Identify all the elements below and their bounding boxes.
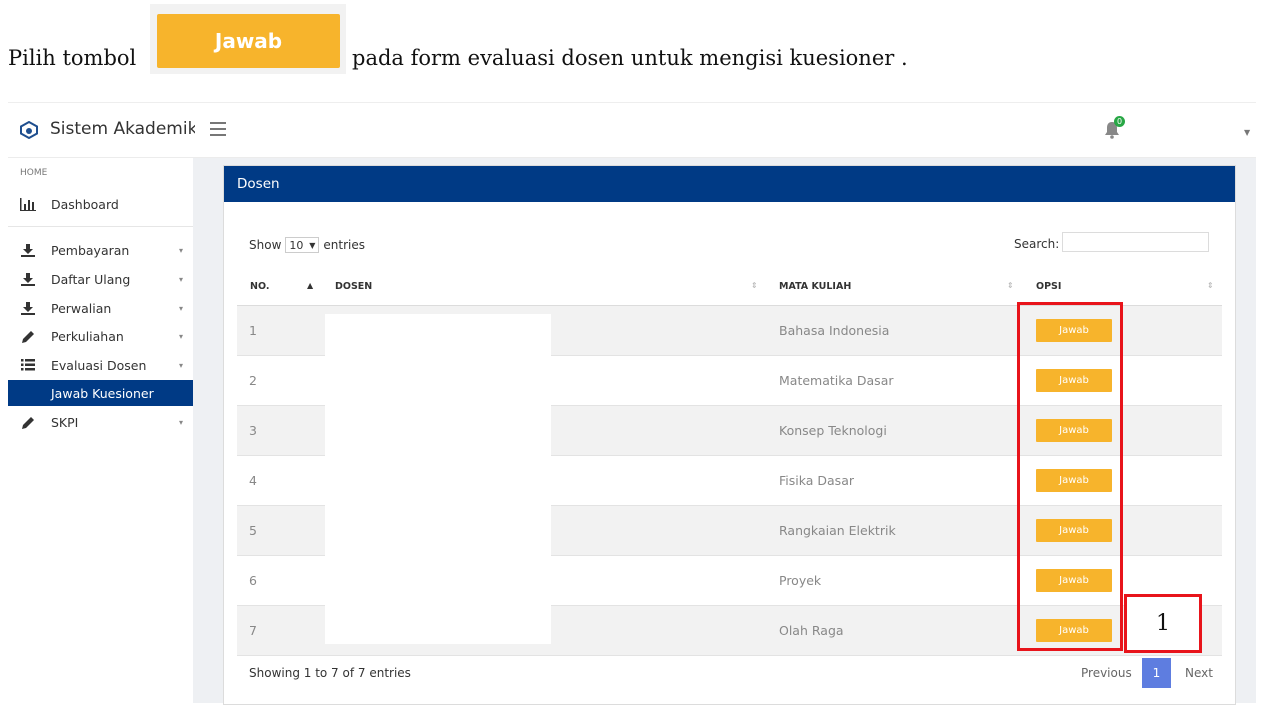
entries-select[interactable]: 10 ▼ [285,237,320,253]
card-header: Dosen [224,166,1235,202]
notification-badge: 0 [1114,116,1125,127]
sidebar-item-skpi[interactable]: SKPI ▾ [8,409,193,435]
instruction-jawab-button: Jawab [157,14,340,68]
cell-no: 1 [249,323,257,338]
search-label: Search: [1014,237,1060,251]
chevron-down-icon: ▼ [309,240,316,250]
cell-mata-kuliah: Konsep Teknologi [779,423,887,438]
chevron-down-icon: ▾ [178,360,183,370]
show-label: Show [249,238,282,252]
sidebar-item-daftar-ulang[interactable]: Daftar Ulang ▾ [8,266,193,292]
top-navbar: Sistem Akademik 0 ▼ [8,103,1256,158]
cell-mata-kuliah: Fisika Dasar [779,473,854,488]
annotation-number: 1 [1124,594,1202,653]
table-header: NO. ▲ DOSEN ⇕ MATA KULIAH ⇕ OPSI ⇕ [237,267,1222,306]
sort-icon: ⇕ [1007,281,1014,290]
list-icon [20,359,36,371]
highlight-box [1017,302,1123,651]
sidebar-item-label: Daftar Ulang [51,271,131,287]
sort-asc-icon: ▲ [307,281,314,290]
app-title[interactable]: Sistem Akademik [50,119,195,139]
column-header-no[interactable]: NO. [250,281,269,292]
redacted-dosen-column [325,314,551,644]
cell-no: 5 [249,523,257,538]
sidebar-subitem-label: Jawab Kuesioner [51,385,154,401]
cell-mata-kuliah: Bahasa Indonesia [779,323,890,338]
bar-chart-icon [20,197,36,211]
show-entries: Show 10 ▼ entries [249,237,365,253]
chevron-down-icon: ▾ [178,303,183,313]
entries-value: 10 [289,238,304,252]
chevron-down-icon: ▾ [178,331,183,341]
sidebar-item-label: Perwalian [51,300,112,316]
card-title: Dosen [237,176,280,192]
column-header-dosen[interactable]: DOSEN [335,281,372,292]
instruction-before: Pilih tombol [8,46,137,70]
sort-icon: ⇕ [751,281,758,290]
sidebar-item-label: Pembayaran [51,242,130,258]
pagination-page-1[interactable]: 1 [1142,658,1171,688]
sidebar-item-perkuliahan[interactable]: Perkuliahan ▾ [8,323,193,349]
cell-no: 7 [249,623,257,638]
sidebar-item-label: Dashboard [51,196,119,212]
download-icon [20,243,36,257]
chevron-down-icon: ▾ [178,274,183,284]
sidebar-divider [8,226,193,227]
pagination-previous[interactable]: Previous [1081,666,1132,680]
pencil-icon [20,416,36,429]
cell-no: 4 [249,473,257,488]
cell-no: 3 [249,423,257,438]
cell-no: 2 [249,373,257,388]
user-menu-caret-icon[interactable]: ▼ [1244,128,1250,137]
chevron-down-icon: ▾ [178,417,183,427]
sidebar-item-label: SKPI [51,414,79,430]
cell-mata-kuliah: Matematika Dasar [779,373,894,388]
sidebar-item-dashboard[interactable]: Dashboard [8,191,193,217]
pencil-icon [20,330,36,343]
menu-toggle-icon[interactable] [210,122,226,136]
download-icon [20,272,36,286]
instruction-text: Pilih tombol pada form evaluasi dosen un… [8,46,908,70]
column-header-mata-kuliah[interactable]: MATA KULIAH [779,281,851,292]
column-header-opsi[interactable]: OPSI [1036,281,1061,292]
sidebar: HOME Dashboard Pembayaran ▾ Daftar Ulang… [8,158,193,703]
sort-icon: ⇕ [1207,281,1214,290]
cell-no: 6 [249,573,257,588]
search-input[interactable] [1062,232,1209,252]
sidebar-item-label: Perkuliahan [51,328,124,344]
sidebar-item-label: Evaluasi Dosen [51,357,147,373]
chevron-down-icon: ▾ [178,245,183,255]
cell-mata-kuliah: Rangkaian Elektrik [779,523,896,538]
sidebar-subitem-jawab-kuesioner[interactable]: Jawab Kuesioner [8,380,193,406]
entries-label: entries [323,238,365,252]
logo-icon [20,121,38,139]
pagination-next[interactable]: Next [1185,666,1213,680]
cell-mata-kuliah: Proyek [779,573,822,588]
sidebar-item-evaluasi-dosen[interactable]: Evaluasi Dosen ▾ [8,352,193,378]
cell-mata-kuliah: Olah Raga [779,623,844,638]
instruction-after: pada form evaluasi dosen untuk mengisi k… [352,46,908,70]
table-info: Showing 1 to 7 of 7 entries [249,666,411,680]
download-icon [20,301,36,315]
sidebar-item-pembayaran[interactable]: Pembayaran ▾ [8,237,193,263]
sidebar-item-perwalian[interactable]: Perwalian ▾ [8,295,193,321]
sidebar-section-home: HOME [20,168,48,178]
